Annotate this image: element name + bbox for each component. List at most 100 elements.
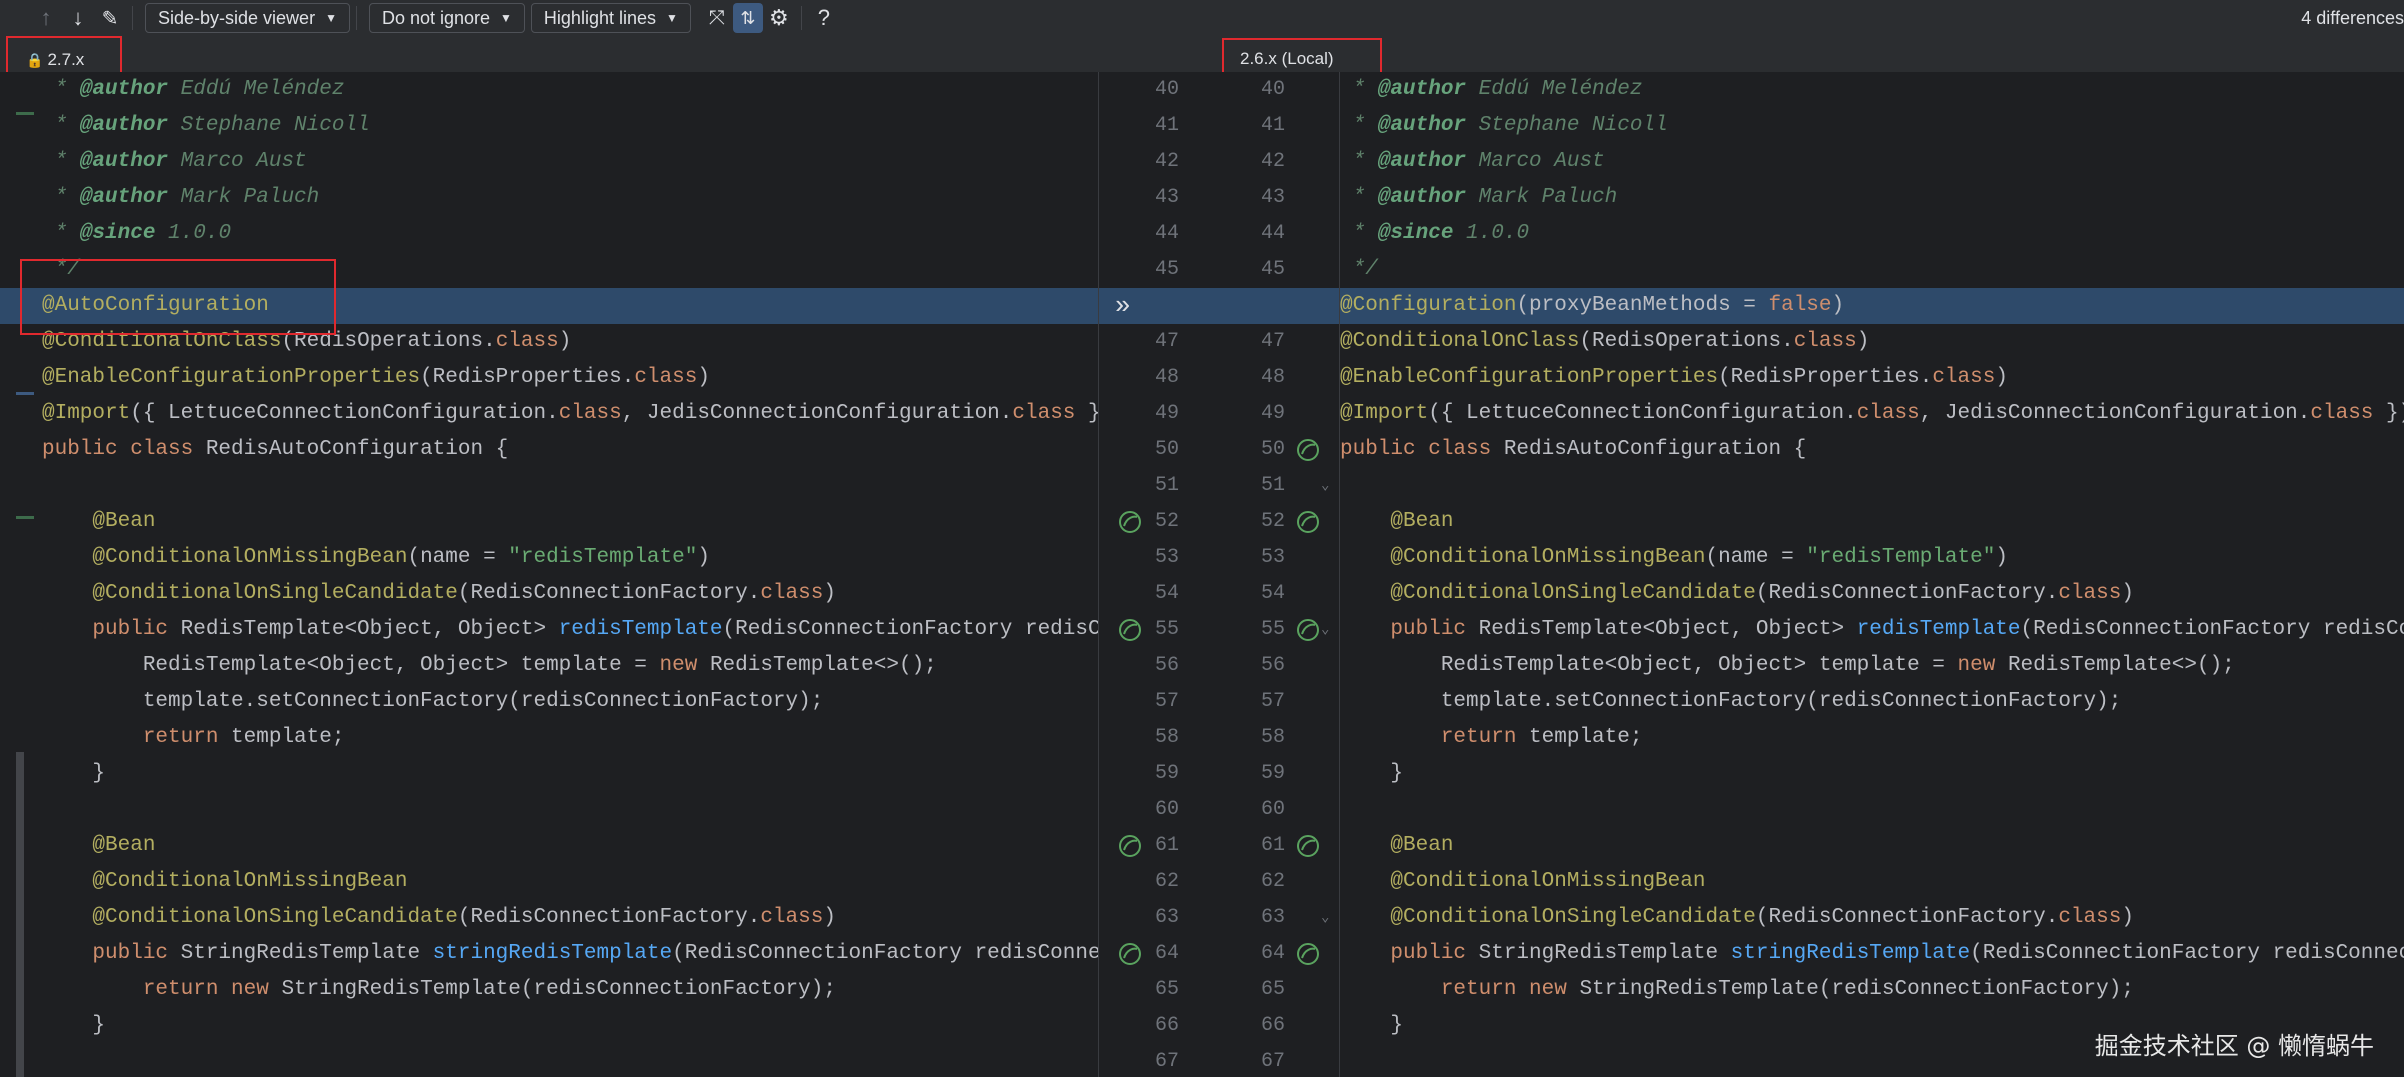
code-token: @ConditionalOnMissingBean	[42, 870, 408, 893]
code-token: StringRedisTemplate	[180, 942, 433, 965]
code-token: @Import	[42, 402, 131, 425]
bean-gutter-icon[interactable]	[1295, 833, 1321, 859]
edit-pencil-icon[interactable]: ✎	[94, 3, 126, 33]
code-token: @ConditionalOnMissingBean	[1340, 546, 1706, 569]
code-line: }	[1340, 756, 2404, 792]
right-line-number: 49	[1260, 402, 1285, 425]
fold-chevron-icon[interactable]: ⌄	[1321, 900, 1329, 936]
code-token: template.setConnectionFactory(redisConne…	[42, 690, 824, 713]
right-line-number: 51	[1260, 474, 1285, 497]
left-line-number: 42	[1154, 150, 1179, 173]
bean-gutter-icon[interactable]	[1117, 941, 1143, 967]
lock-icon: 🔒	[26, 51, 44, 68]
code-line-text: @Bean	[1340, 828, 1453, 864]
code-line-text: template.setConnectionFactory(redisConne…	[1340, 684, 2122, 720]
left-revision-header: 🔒 2.7.x	[0, 36, 1098, 84]
bean-gutter-icon[interactable]	[1295, 437, 1321, 463]
sync-scroll-icon[interactable]: ⇅	[732, 3, 763, 33]
code-token: @author	[79, 78, 169, 101]
code-token: @since	[79, 222, 156, 245]
right-line-number: 45	[1260, 258, 1285, 281]
bean-gutter-icon[interactable]	[1295, 617, 1321, 643]
fold-chevron-icon[interactable]: ⌄	[1321, 612, 1329, 648]
left-line-number: 48	[1154, 366, 1179, 389]
code-line-text: * @author Eddú Meléndez	[42, 72, 345, 108]
code-line: template.setConnectionFactory(redisConne…	[0, 684, 1098, 720]
gutter-row: 41 41	[1099, 108, 1339, 144]
code-token: )	[1995, 546, 2008, 569]
code-token: @Configuration	[1340, 294, 1517, 317]
code-token: RedisAutoConfiguration {	[1503, 438, 1807, 461]
gutter-row: 52 52	[1099, 504, 1339, 540]
gutter-row: 49 49	[1099, 396, 1339, 432]
code-token: Marco Aust	[168, 150, 307, 173]
gear-icon[interactable]: ⚙	[763, 3, 795, 33]
code-line-text: RedisTemplate<Object, Object> template =…	[42, 648, 937, 684]
gutter-row: 64 64	[1099, 936, 1339, 972]
code-line-text: public class RedisAutoConfiguration {	[1340, 432, 1806, 468]
bean-gutter-icon[interactable]	[1117, 617, 1143, 643]
left-line-number: 41	[1154, 114, 1179, 137]
code-line: * @author Stephane Nicoll	[0, 108, 1098, 144]
code-line-text: */	[1340, 252, 1378, 288]
right-line-number: 60	[1260, 798, 1285, 821]
code-line-text: * @author Mark Paluch	[1340, 180, 1618, 216]
code-token: @since	[1377, 222, 1454, 245]
bean-gutter-icon[interactable]	[1117, 833, 1143, 859]
arrow-down-icon[interactable]: ↓	[62, 3, 94, 33]
code-line: @Bean	[1340, 504, 2404, 540]
code-line: * @author Stephane Nicoll	[1340, 108, 2404, 144]
bean-gutter-icon[interactable]	[1295, 509, 1321, 535]
code-token: @EnableConfigurationProperties	[42, 366, 421, 389]
code-line: * @author Eddú Meléndez	[1340, 72, 2404, 108]
code-token: StringRedisTemplate(redisConnectionFacto…	[281, 978, 836, 1001]
code-token: @Import	[1340, 402, 1429, 425]
code-line: @Configuration(proxyBeanMethods = false)	[1340, 288, 2404, 324]
code-token: @author	[79, 150, 169, 173]
highlight-mode-dropdown[interactable]: Highlight lines ▼	[530, 3, 691, 33]
code-token: ({ LettuceConnectionConfiguration.	[130, 402, 559, 425]
arrow-up-icon[interactable]: ↑	[30, 3, 62, 33]
gutter-row: 67 67	[1099, 1044, 1339, 1077]
bean-gutter-icon[interactable]	[1117, 509, 1143, 535]
highlight-box-autoconfiguration	[20, 259, 336, 335]
code-line: @EnableConfigurationProperties(RedisProp…	[1340, 360, 2404, 396]
code-token: RedisTemplate<Object, Object> template =	[42, 654, 660, 677]
right-line-number: 58	[1260, 726, 1285, 749]
code-token: class	[2310, 402, 2374, 425]
code-token: }	[42, 1014, 106, 1037]
apply-change-icon[interactable]: »	[1115, 288, 1131, 324]
bean-gutter-icon[interactable]	[1295, 941, 1321, 967]
left-code-editor[interactable]: * @author Eddú Meléndez * @author Stepha…	[0, 72, 1098, 1077]
right-line-number: 50	[1260, 438, 1285, 461]
code-line-text: @ConditionalOnMissingBean(name = "redisT…	[1340, 540, 2008, 576]
code-token: return	[42, 726, 232, 749]
code-token: *	[1340, 186, 1378, 209]
code-token: (name =	[407, 546, 509, 569]
collapse-unchanged-icon[interactable]: ⤧	[701, 3, 733, 33]
fold-chevron-icon[interactable]: ⌄	[1321, 468, 1329, 504]
code-line-text: @EnableConfigurationProperties(RedisProp…	[1340, 360, 2008, 396]
left-line-number: 58	[1154, 726, 1179, 749]
code-token: )	[1831, 294, 1845, 317]
left-line-number: 54	[1154, 582, 1179, 605]
left-line-number: 53	[1154, 546, 1179, 569]
help-icon[interactable]: ?	[808, 3, 840, 33]
code-line-text: @Import({ LettuceConnectionConfiguration…	[42, 396, 1098, 432]
code-token: )	[697, 546, 710, 569]
chevron-down-icon: ▼	[665, 11, 678, 25]
gutter-row: 45 45	[1099, 252, 1339, 288]
highlight-mode-label: Highlight lines	[543, 7, 656, 28]
right-revision-name: 2.6.x (Local)	[1240, 49, 1334, 68]
code-token: @ConditionalOnSingleCandidate	[1340, 582, 1756, 605]
code-token: @author	[1377, 186, 1467, 209]
code-token: RedisTemplate<Object, Object>	[1478, 618, 1857, 641]
code-token: redisTemplate	[558, 618, 723, 641]
code-token: })	[2386, 402, 2404, 425]
right-code-editor[interactable]: * @author Eddú Meléndez * @author Stepha…	[1340, 72, 2404, 1077]
viewer-mode-dropdown[interactable]: Side-by-side viewer ▼	[145, 3, 350, 33]
code-token: public	[1340, 618, 1479, 641]
code-line: return new StringRedisTemplate(redisConn…	[0, 972, 1098, 1008]
ignore-whitespace-dropdown[interactable]: Do not ignore ▼	[368, 3, 525, 33]
